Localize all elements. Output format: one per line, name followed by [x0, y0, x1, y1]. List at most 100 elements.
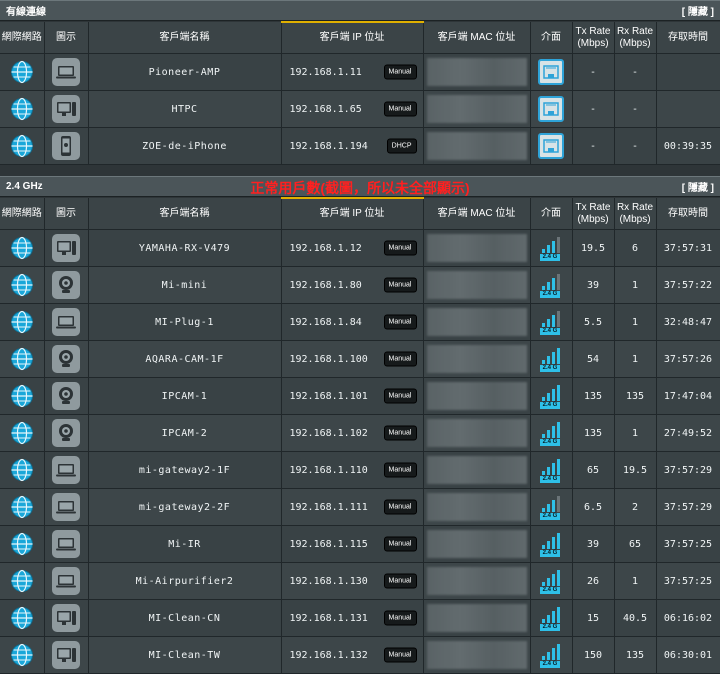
globe-icon[interactable]	[10, 97, 34, 121]
table-row[interactable]: Pioneer-AMP 192.168.1.11 Manual - -	[0, 53, 720, 91]
globe-icon[interactable]	[10, 134, 34, 158]
globe-icon[interactable]	[10, 643, 34, 667]
globe-icon[interactable]	[10, 273, 34, 297]
header-icon[interactable]: 圖示	[44, 198, 89, 230]
signal-bar	[552, 500, 555, 512]
client-name[interactable]: AQARA-CAM-1F	[88, 340, 282, 378]
header-client-ip[interactable]: 客戶端 IP 位址	[281, 197, 424, 230]
access-time: 37:57:25	[656, 562, 720, 600]
icon-cell	[44, 229, 89, 267]
signal-bar	[542, 656, 545, 660]
header-tx-rate[interactable]: Tx Rate (Mbps)	[572, 198, 615, 230]
client-name[interactable]: Mi-Airpurifier2	[88, 562, 282, 600]
client-mac-cell	[423, 562, 531, 600]
header-client-mac[interactable]: 客戶端 MAC 位址	[423, 22, 531, 54]
client-name[interactable]: Mi-IR	[88, 525, 282, 563]
client-name[interactable]: HTPC	[88, 90, 282, 128]
band-label: 2.4 G	[540, 624, 560, 631]
globe-icon[interactable]	[10, 347, 34, 371]
band-label: 2.4 G	[540, 587, 560, 594]
globe-icon[interactable]	[10, 60, 34, 84]
camera-icon[interactable]	[52, 271, 80, 299]
header-interface[interactable]: 介面	[530, 198, 573, 230]
desktop-icon[interactable]	[52, 641, 80, 669]
header-access-time[interactable]: 存取時間	[656, 198, 720, 230]
laptop-icon[interactable]	[52, 493, 80, 521]
laptop-icon[interactable]	[52, 567, 80, 595]
laptop-icon[interactable]	[52, 530, 80, 558]
header-rx-rate[interactable]: Rx Rate (Mbps)	[614, 22, 657, 54]
laptop-icon[interactable]	[52, 308, 80, 336]
table-row[interactable]: AQARA-CAM-1F 192.168.1.100 Manual 2.4 G 54 1 3…	[0, 340, 720, 378]
camera-icon[interactable]	[52, 382, 80, 410]
internet-cell	[0, 90, 45, 128]
signal-bar	[542, 397, 545, 401]
table-row[interactable]: mi-gateway2-2F 192.168.1.111 Manual 2.4 G 6.…	[0, 488, 720, 526]
laptop-icon[interactable]	[52, 456, 80, 484]
rx-rate: 19.5	[614, 451, 657, 489]
client-name[interactable]: Mi-mini	[88, 266, 282, 304]
table-row[interactable]: IPCAM-2 192.168.1.102 Manual 2.4 G 135 1 27:49…	[0, 414, 720, 452]
header-client-name[interactable]: 客戶端名稱	[88, 22, 282, 54]
header-icon[interactable]: 圖示	[44, 22, 89, 54]
table-row[interactable]: MI-Clean-CN 192.168.1.131 Manual 2.4 G 15 40.…	[0, 599, 720, 637]
desktop-icon[interactable]	[52, 604, 80, 632]
globe-icon[interactable]	[10, 384, 34, 408]
tx-rate: -	[572, 127, 615, 165]
desktop-icon[interactable]	[52, 95, 80, 123]
table-row[interactable]: MI-Clean-TW 192.168.1.132 Manual 2.4 G 150 13…	[0, 636, 720, 674]
globe-icon[interactable]	[10, 421, 34, 445]
phone-icon[interactable]	[52, 132, 80, 160]
table-row[interactable]: Mi-IR 192.168.1.115 Manual 2.4 G 39 65 37:57:2…	[0, 525, 720, 563]
client-name[interactable]: MI-Clean-TW	[88, 636, 282, 674]
table-row[interactable]: ZOE-de-iPhone 192.168.1.194 DHCP - -00:39:35	[0, 127, 720, 165]
client-name[interactable]: mi-gateway2-1F	[88, 451, 282, 489]
icon-cell	[44, 127, 89, 165]
header-internet[interactable]: 網際網路	[0, 198, 45, 230]
client-name[interactable]: MI-Clean-CN	[88, 599, 282, 637]
desktop-icon[interactable]	[52, 234, 80, 262]
header-rx-rate[interactable]: Rx Rate (Mbps)	[614, 198, 657, 230]
signal-bar	[547, 504, 550, 512]
globe-icon[interactable]	[10, 606, 34, 630]
interface-cell: 2.4 G	[530, 488, 573, 526]
table-row[interactable]: YAMAHA-RX-V479 192.168.1.12 Manual 2.4 G 19.…	[0, 229, 720, 267]
access-time	[656, 90, 720, 128]
client-name[interactable]: MI-Plug-1	[88, 303, 282, 341]
table-row[interactable]: MI-Plug-1 192.168.1.84 Manual 2.4 G 5.5 1 32:4…	[0, 303, 720, 341]
globe-icon[interactable]	[10, 569, 34, 593]
signal-bar	[542, 545, 545, 549]
laptop-icon[interactable]	[52, 58, 80, 86]
globe-icon[interactable]	[10, 236, 34, 260]
header-internet[interactable]: 網際網路	[0, 22, 45, 54]
camera-icon[interactable]	[52, 345, 80, 373]
table-row[interactable]: Mi-mini 192.168.1.80 Manual 2.4 G 39 1 37:57:2…	[0, 266, 720, 304]
ip-mode-badge: Manual	[383, 610, 417, 626]
header-access-time[interactable]: 存取時間	[656, 22, 720, 54]
client-name[interactable]: YAMAHA-RX-V479	[88, 229, 282, 267]
client-name[interactable]: mi-gateway2-2F	[88, 488, 282, 526]
globe-icon[interactable]	[10, 495, 34, 519]
table-row[interactable]: Mi-Airpurifier2 192.168.1.130 Manual 2.4 G 2…	[0, 562, 720, 600]
signal-bar	[547, 578, 550, 586]
header-client-mac[interactable]: 客戶端 MAC 位址	[423, 198, 531, 230]
table-row[interactable]: IPCAM-1 192.168.1.101 Manual 2.4 G 135 135 17:…	[0, 377, 720, 415]
signal-bar	[547, 393, 550, 401]
header-tx-rate[interactable]: Tx Rate (Mbps)	[572, 22, 615, 54]
client-name[interactable]: IPCAM-2	[88, 414, 282, 452]
band-label: 2.4 G	[540, 291, 560, 298]
client-name[interactable]: Pioneer-AMP	[88, 53, 282, 91]
globe-icon[interactable]	[10, 458, 34, 482]
header-client-name[interactable]: 客戶端名稱	[88, 198, 282, 230]
table-row[interactable]: HTPC 192.168.1.65 Manual - -	[0, 90, 720, 128]
client-name[interactable]: IPCAM-1	[88, 377, 282, 415]
table-row[interactable]: mi-gateway2-1F 192.168.1.110 Manual 2.4 G 65…	[0, 451, 720, 489]
header-interface[interactable]: 介面	[530, 22, 573, 54]
client-name[interactable]: ZOE-de-iPhone	[88, 127, 282, 165]
header-client-ip[interactable]: 客戶端 IP 位址	[281, 21, 424, 54]
camera-icon[interactable]	[52, 419, 80, 447]
client-ip-cell: 192.168.1.110 Manual	[281, 451, 424, 489]
globe-icon[interactable]	[10, 532, 34, 556]
globe-icon[interactable]	[10, 310, 34, 334]
wired-hide-button[interactable]: [ 隱藏 ]	[682, 3, 714, 18]
